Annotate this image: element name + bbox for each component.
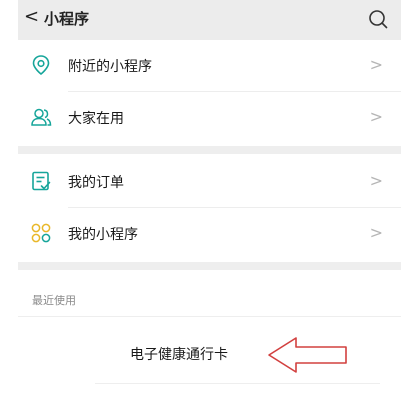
top-bar: < 小程序	[18, 0, 401, 40]
list-item-label: 大家在用	[68, 111, 124, 127]
page-title: 小程序	[44, 10, 90, 28]
search-icon[interactable]	[367, 8, 389, 30]
section-gap	[18, 262, 401, 270]
divider	[95, 383, 380, 384]
list-item-nearby[interactable]: 附近的小程序 >	[18, 40, 401, 92]
list-item-label: 附近的小程序	[68, 59, 152, 75]
people-icon	[30, 106, 52, 128]
section-gap	[18, 146, 401, 154]
recent-item-label: 电子健康通行卡	[130, 347, 228, 363]
list-item-label: 我的小程序	[68, 227, 138, 243]
list-item-my-mini-programs[interactable]: 我的小程序 >	[18, 208, 401, 260]
mini-program-icon	[30, 222, 52, 244]
list-item-label: 我的订单	[68, 175, 124, 191]
chevron-right-icon: >	[369, 223, 383, 242]
list-item-popular[interactable]: 大家在用 >	[18, 92, 401, 144]
location-pin-icon	[30, 54, 52, 76]
recent-section-label: 最近使用	[32, 294, 76, 307]
divider	[18, 316, 401, 317]
list-item-orders[interactable]: 我的订单 >	[18, 156, 401, 208]
chevron-right-icon: >	[369, 171, 383, 190]
chevron-right-icon: >	[369, 107, 383, 126]
chevron-right-icon: >	[369, 55, 383, 74]
back-button[interactable]: <	[24, 6, 39, 28]
order-icon	[30, 170, 52, 192]
annotation-arrow-icon	[266, 334, 350, 376]
mini-programs-page: < 小程序 附近的小程序 > 大家在用 > 我的订单 > 我的小程序 > 最近使…	[0, 0, 401, 403]
